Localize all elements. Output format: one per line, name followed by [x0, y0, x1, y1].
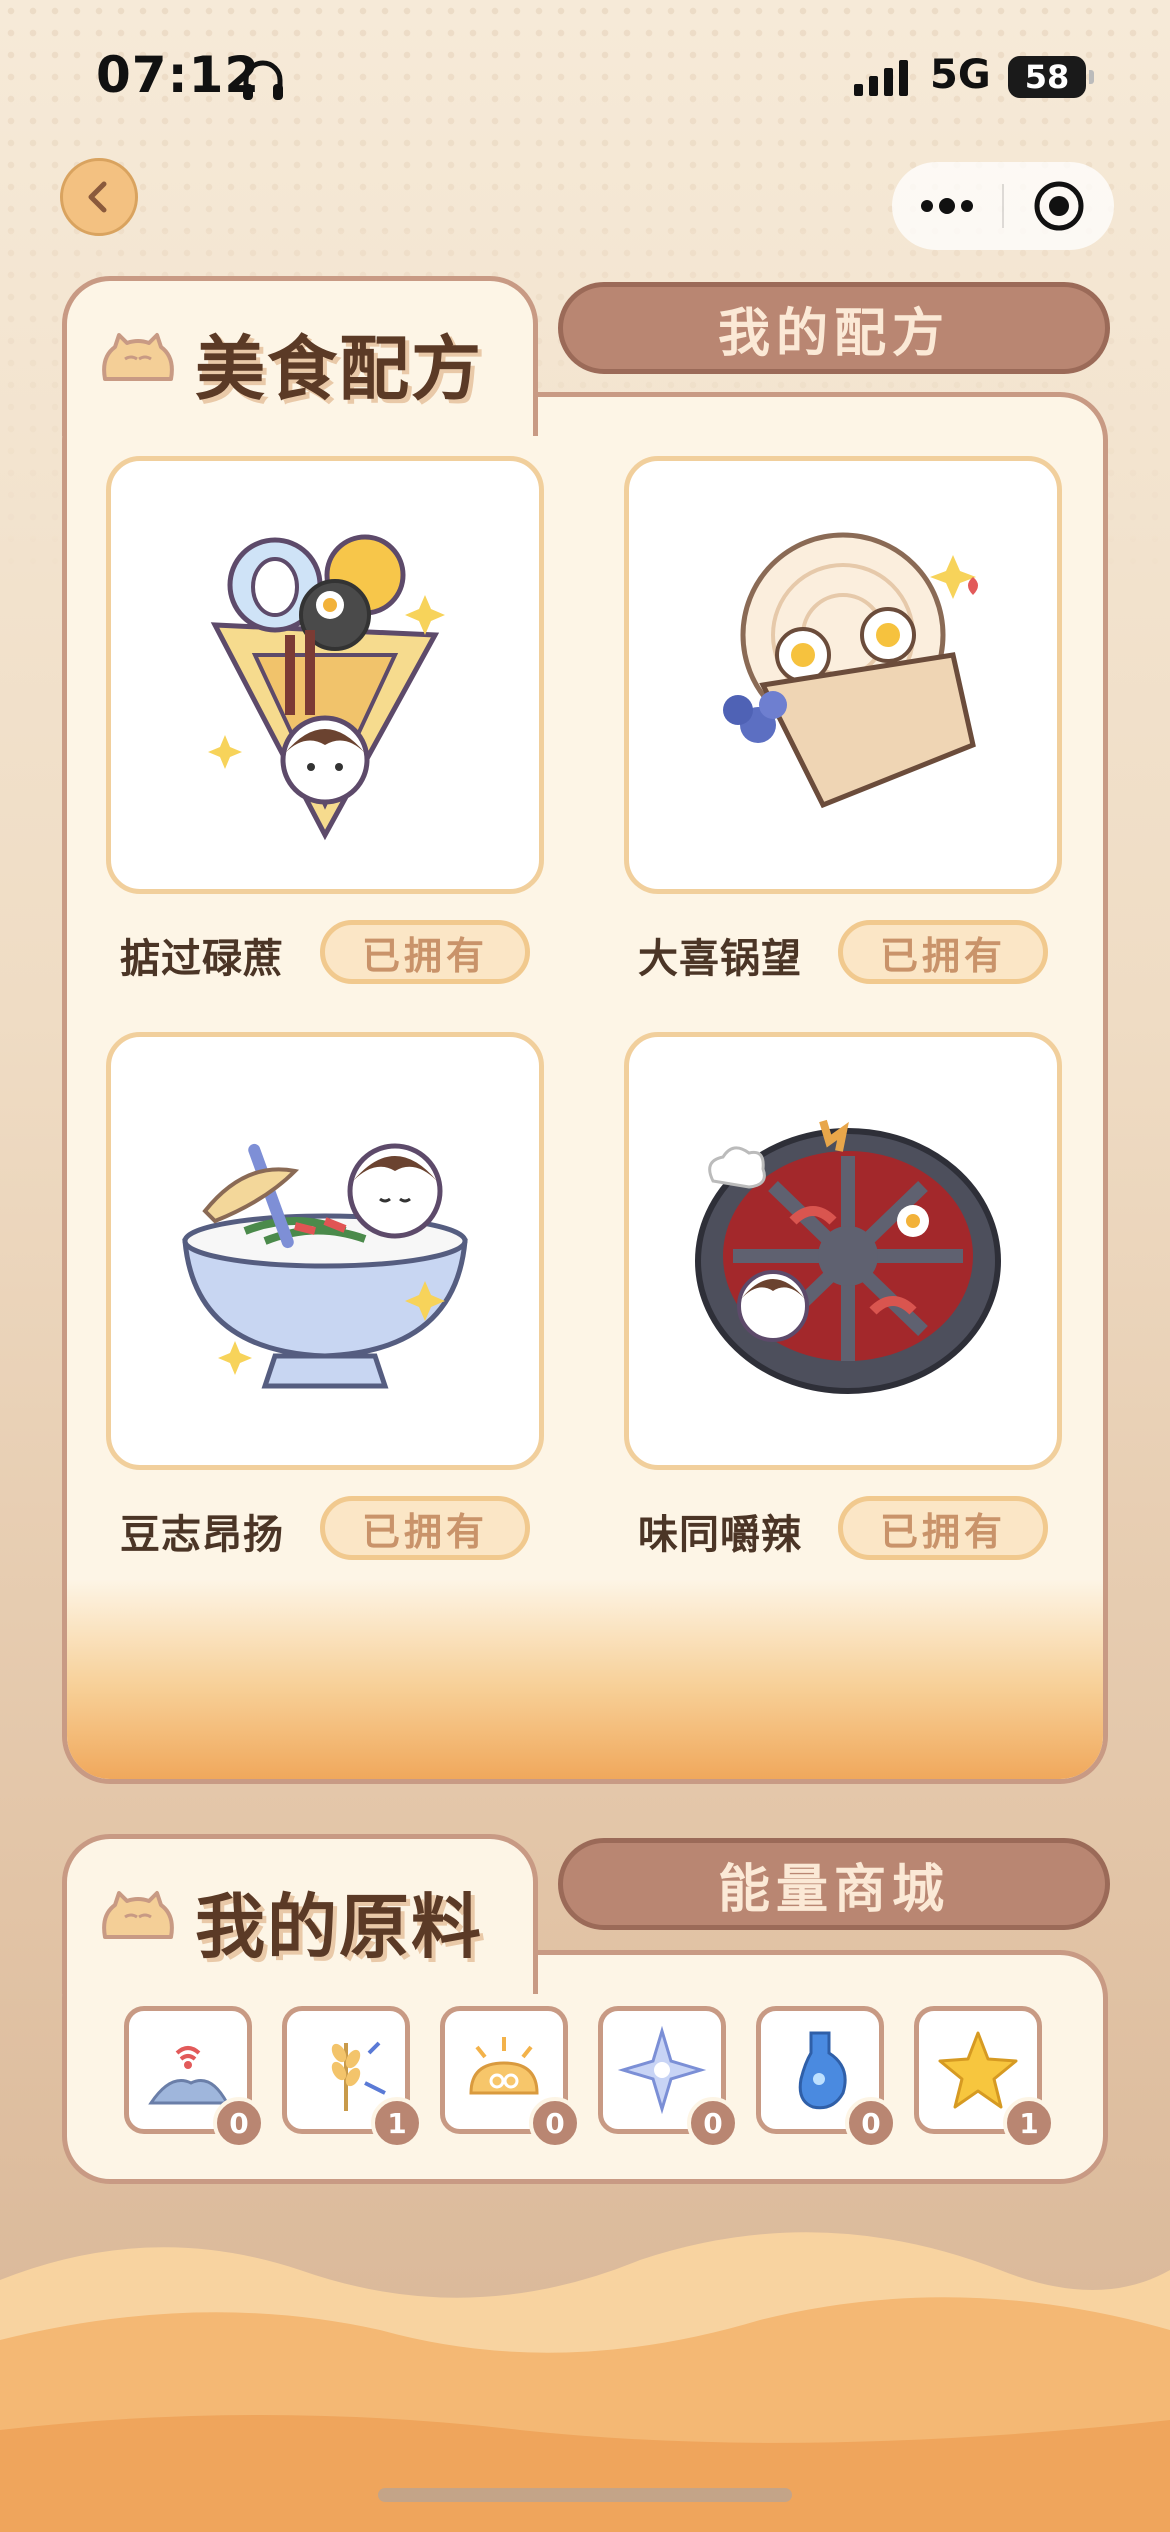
ingredient-slot-1[interactable]: 0 — [124, 2006, 265, 2149]
ingredient-slot-2[interactable]: 1 — [282, 2006, 423, 2149]
egg-pancake-icon — [723, 532, 978, 809]
more-button[interactable] — [892, 162, 1002, 250]
owned-badge-3: 已拥有 — [320, 1496, 530, 1560]
chevron-left-icon — [88, 181, 107, 213]
owned-badge-1: 已拥有 — [320, 920, 530, 984]
ingredient-count-6: 1 — [1003, 2097, 1055, 2149]
ingredient-slot-6[interactable]: 1 — [914, 2006, 1055, 2149]
signal-bars-icon — [854, 60, 908, 96]
bun-icon — [102, 333, 174, 381]
close-mini-program-button[interactable] — [1004, 162, 1114, 250]
recipe-name-1: 掂过碌蔗 — [120, 936, 284, 982]
owned-badge-4: 已拥有 — [838, 1496, 1048, 1560]
owned-badge-2: 已拥有 — [838, 920, 1048, 984]
recipe-card-4[interactable] — [624, 1032, 1062, 1470]
ingredient-slot-3[interactable]: 0 — [440, 2006, 581, 2149]
noodle-bowl-icon — [182, 1143, 468, 1389]
bottom-wave-decoration — [0, 2232, 1170, 2532]
bun-icon — [102, 1891, 174, 1939]
bouquet-food-icon — [208, 534, 445, 841]
tab-recipes-active[interactable]: 美食配方 — [62, 276, 538, 446]
status-time: 07:12 — [96, 46, 261, 104]
ingredient-slot-5[interactable]: 0 — [756, 2006, 897, 2149]
home-indicator — [378, 2488, 792, 2502]
ingredient-count-4: 0 — [687, 2097, 739, 2149]
ingredient-count-3: 0 — [529, 2097, 581, 2149]
tab-energy-mall[interactable]: 能量商城 — [558, 1838, 1110, 1930]
battery-indicator: 58 — [1008, 56, 1094, 98]
recipe-name-4: 味同嚼辣 — [638, 1512, 802, 1558]
recipe-card-3[interactable] — [106, 1032, 544, 1470]
recipes-title: 美食配方 — [195, 328, 483, 410]
headphone-icon — [243, 60, 283, 100]
back-button[interactable] — [60, 158, 138, 236]
record-target-icon — [1034, 181, 1084, 231]
ingredient-slot-4[interactable]: 0 — [598, 2006, 739, 2149]
tab-ingredients-active[interactable]: 我的原料 — [62, 1834, 538, 2004]
hotpot-icon — [695, 1119, 1001, 1394]
mini-program-capsule — [892, 162, 1114, 250]
ingredients-title: 我的原料 — [195, 1886, 483, 1968]
ingredient-count-1: 0 — [213, 2097, 265, 2149]
recipe-name-3: 豆志昂扬 — [120, 1512, 284, 1558]
recipe-name-2: 大喜锅望 — [638, 936, 802, 982]
ingredient-count-5: 0 — [845, 2097, 897, 2149]
status-bar: 07:12 5G 58 — [0, 40, 1170, 120]
network-type: 5G — [930, 52, 991, 98]
recipe-card-2[interactable] — [624, 456, 1062, 894]
more-dots-icon — [921, 198, 973, 214]
tab-my-recipes[interactable]: 我的配方 — [558, 282, 1110, 374]
ingredient-count-2: 1 — [371, 2097, 423, 2149]
recipe-card-1[interactable] — [106, 456, 544, 894]
